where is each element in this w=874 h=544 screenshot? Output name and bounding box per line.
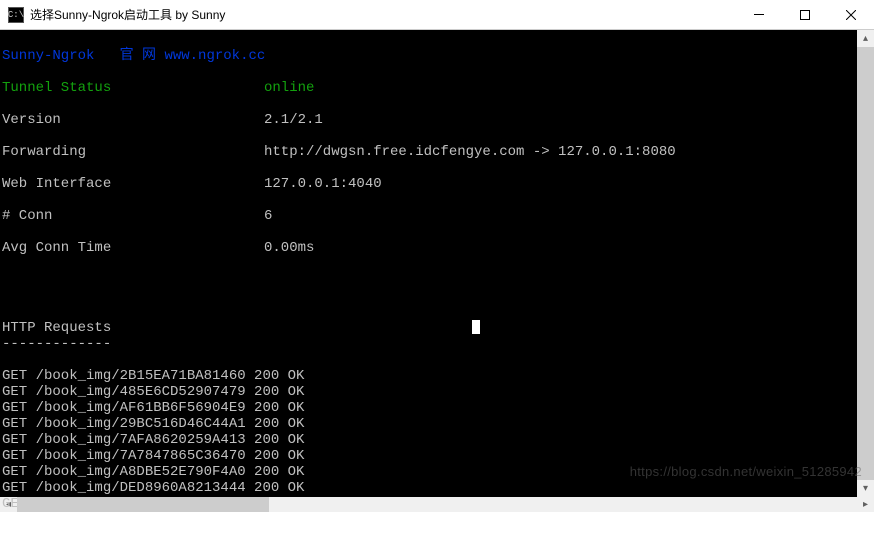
request-line: GET /book_img/DED8960A8213444 200 OK <box>2 480 304 496</box>
window-controls <box>736 0 874 29</box>
tunnel-status-value: online <box>264 80 314 96</box>
web-interface-label: Web Interface <box>2 176 264 192</box>
avg-conn-label: Avg Conn Time <box>2 240 264 256</box>
divider: ------------- <box>2 336 111 352</box>
hscroll-track[interactable] <box>17 497 857 512</box>
minimize-button[interactable] <box>736 0 782 29</box>
vertical-scrollbar[interactable]: ▴ ▾ <box>857 30 874 497</box>
request-line: GET /book_img/A8DBE52E790F4A0 200 OK <box>2 464 304 480</box>
conn-label: # Conn <box>2 208 264 224</box>
tunnel-status-label: Tunnel Status <box>2 80 264 96</box>
console-output[interactable]: Sunny-Ngrok 官 网 www.ngrok.cc Tunnel Stat… <box>0 30 857 497</box>
request-line: GET /book_img/7A7847865C36470 200 OK <box>2 448 304 464</box>
request-line: GET /book_img/29BC516D46C44A1 200 OK <box>2 416 304 432</box>
scroll-right-button[interactable]: ▸ <box>857 497 874 512</box>
request-line: GET /book_img/485E6CD52907479 200 OK <box>2 384 304 400</box>
console-area: Sunny-Ngrok 官 网 www.ngrok.cc Tunnel Stat… <box>0 30 874 497</box>
vscroll-thumb[interactable] <box>857 47 874 480</box>
hscroll-thumb[interactable] <box>17 497 269 512</box>
horizontal-scrollbar[interactable]: ◂ ▸ <box>0 497 874 512</box>
scroll-down-button[interactable]: ▾ <box>857 480 874 497</box>
console-icon: C:\ <box>8 7 24 23</box>
minimize-icon <box>754 14 764 15</box>
forwarding-label: Forwarding <box>2 144 264 160</box>
request-line: GET /book_img/7AFA8620259A413 200 OK <box>2 432 304 448</box>
text-cursor <box>472 320 480 334</box>
request-line: GET /book_img/AF61BB6F56904E9 200 OK <box>2 400 304 416</box>
watermark-text: https://blog.csdn.net/weixin_51285942 <box>630 464 862 479</box>
forwarding-value: http://dwgsn.free.idcfengye.com -> 127.0… <box>264 144 676 160</box>
web-interface-value: 127.0.0.1:4040 <box>264 176 382 192</box>
request-line: GET /book_img/2B15EA71BA81460 200 OK <box>2 368 304 384</box>
http-requests-header: HTTP Requests <box>2 320 111 336</box>
maximize-icon <box>800 10 810 20</box>
avg-conn-value: 0.00ms <box>264 240 314 256</box>
version-label: Version <box>2 112 264 128</box>
close-button[interactable] <box>828 0 874 29</box>
window-title: 选择Sunny-Ngrok启动工具 by Sunny <box>30 6 736 23</box>
brand-text: Sunny-Ngrok 官 网 www.ngrok.cc <box>2 48 265 64</box>
vscroll-track[interactable] <box>857 47 874 480</box>
close-icon <box>846 10 856 20</box>
scroll-up-button[interactable]: ▴ <box>857 30 874 47</box>
conn-value: 6 <box>264 208 272 224</box>
maximize-button[interactable] <box>782 0 828 29</box>
titlebar: C:\ 选择Sunny-Ngrok启动工具 by Sunny <box>0 0 874 30</box>
version-value: 2.1/2.1 <box>264 112 323 128</box>
